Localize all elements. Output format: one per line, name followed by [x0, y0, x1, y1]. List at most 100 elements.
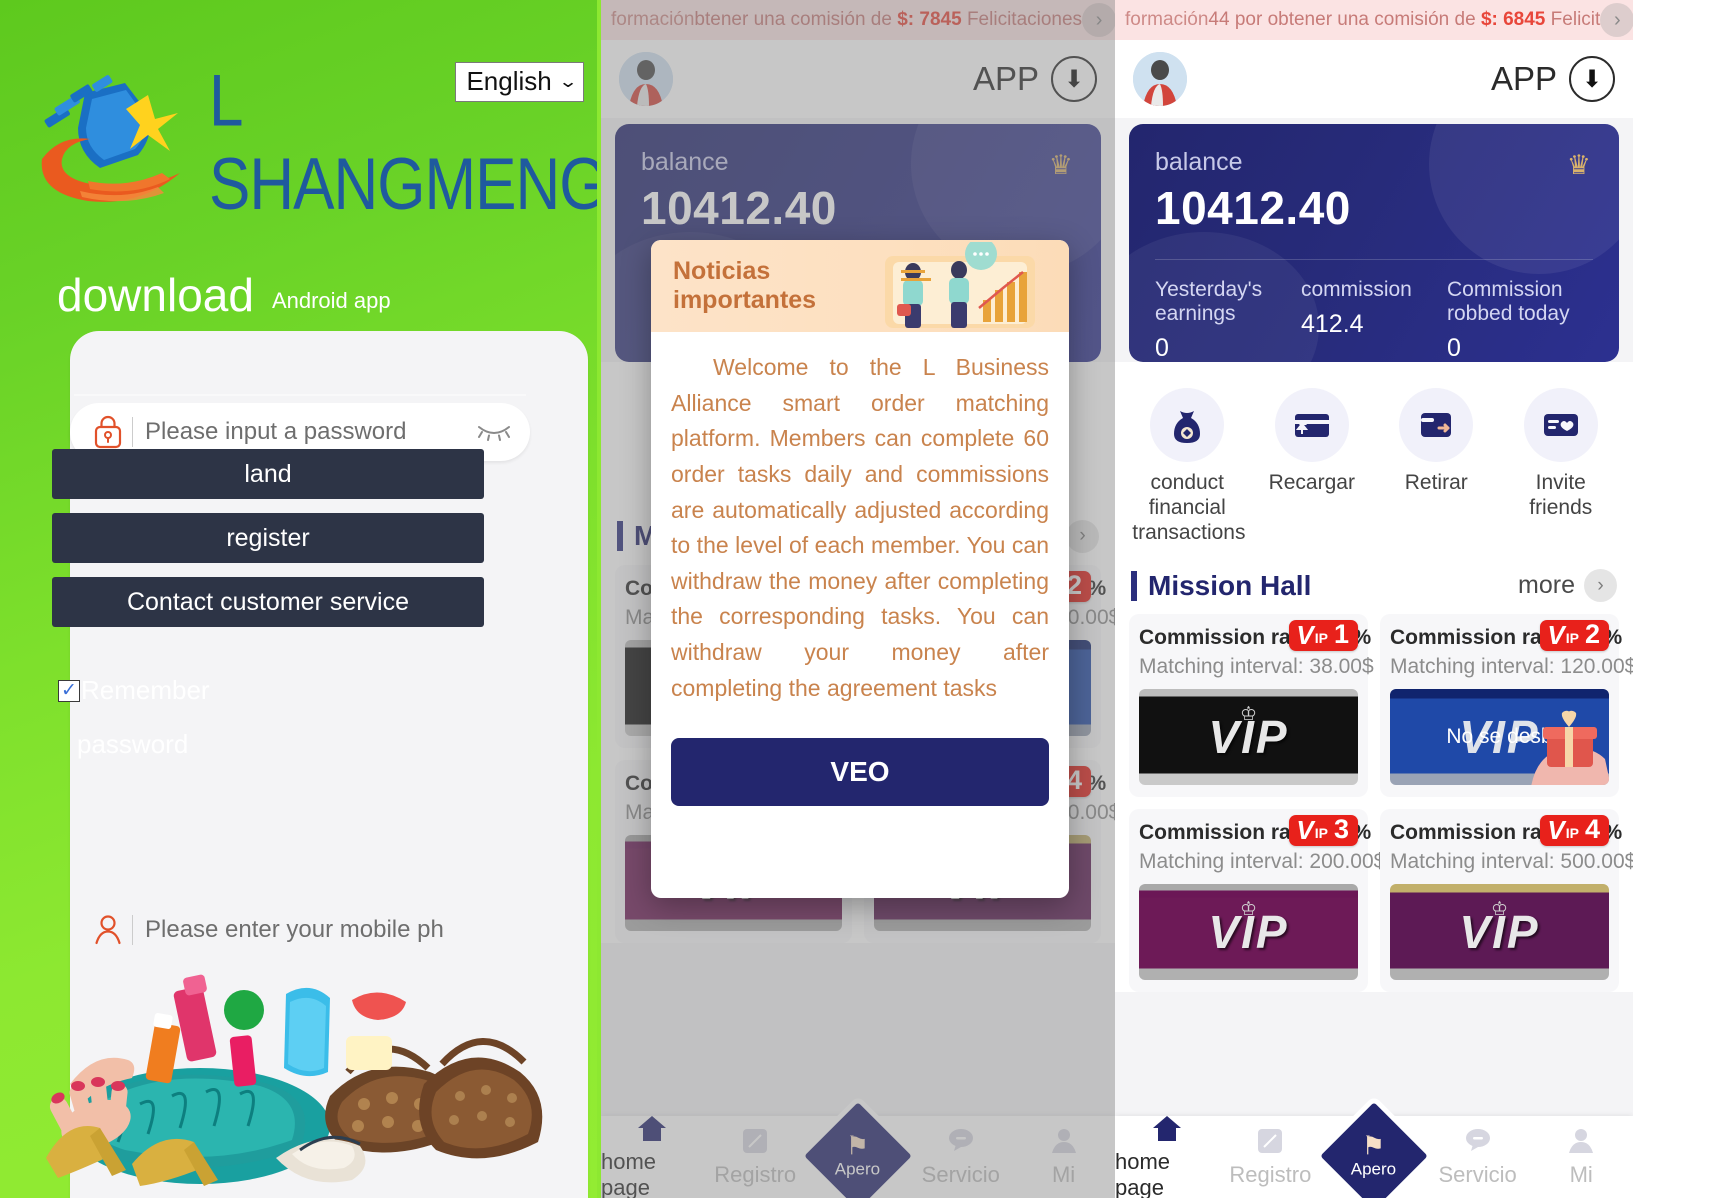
flag-icon: ⚑: [1362, 1130, 1386, 1161]
vip-number: 1: [1333, 619, 1349, 650]
matching-interval-value: 120.00$: [1560, 655, 1633, 679]
action-invite-friends[interactable]: Invite friends: [1499, 388, 1624, 545]
contact-support-button[interactable]: Contact customer service: [52, 577, 484, 627]
nav-item-mi[interactable]: Mi: [1012, 1126, 1115, 1188]
avatar[interactable]: [619, 52, 673, 106]
profile-icon: [1051, 1129, 1076, 1153]
section-more[interactable]: ›: [1066, 519, 1099, 553]
nav-item-home[interactable]: home page: [601, 1113, 704, 1198]
credit-card-icon: [1274, 388, 1349, 462]
nav-label: home page: [601, 1149, 657, 1198]
bottom-nav-middle: home page Registro ⚑ Apero Servicio Mi: [601, 1095, 1115, 1198]
mission-card[interactable]: Commission ratio: 22% Matching interval:…: [1380, 614, 1633, 798]
stat-label: Commission robbed today: [1447, 278, 1570, 326]
vip-level-badge: VIP 4: [1540, 814, 1609, 847]
bottom-nav-right: home page Registro ⚑ Apero Servicio Mi: [1115, 1095, 1633, 1198]
vip-level-badge: VIP 1: [1289, 619, 1358, 652]
record-icon: [1258, 1129, 1283, 1153]
money-bag-icon: [1150, 388, 1225, 462]
nav-item-registro[interactable]: Registro: [1219, 1126, 1323, 1188]
chevron-right-icon[interactable]: ›: [1600, 3, 1633, 37]
toggle-password-visibility-icon[interactable]: [476, 417, 512, 448]
nav-label: Servicio: [1438, 1162, 1517, 1187]
balance-value: 10412.40: [641, 182, 837, 234]
modal-confirm-button[interactable]: VEO: [671, 738, 1049, 807]
chevron-right-icon[interactable]: ›: [1584, 569, 1617, 603]
mission-grid-right: Commission ratio: 20% Matching interval:…: [1115, 608, 1633, 993]
mission-card[interactable]: Commission ratio: 24% Matching interval:…: [1129, 809, 1385, 993]
gift-hand-illustration: [1531, 711, 1609, 786]
action-retirar[interactable]: Retirar: [1374, 388, 1499, 545]
download-heading: download Android app: [57, 272, 391, 318]
register-button[interactable]: register: [52, 513, 484, 563]
crown-icon: ♛: [1566, 150, 1591, 180]
invite-card-icon: [1523, 388, 1598, 462]
remember-row[interactable]: ✓ Remember: [58, 675, 210, 706]
ticker-suffix: Felicit: [1545, 9, 1601, 30]
ticker-prefix: formación: [1125, 9, 1209, 30]
mission-card[interactable]: Commission ratio: 26% Matching interval:…: [1380, 809, 1633, 993]
vip-level-badge: VIP 3: [1289, 814, 1358, 847]
vip-number: 2: [1584, 619, 1600, 650]
cosmetics-illustration: [0, 858, 597, 1198]
vip-artwork-text: VIP: [1208, 906, 1289, 959]
balance-stats: Yesterday's earnings 0 commission 412.4 …: [1155, 259, 1593, 362]
center-action-button[interactable]: ⚑ Apero: [797, 1095, 919, 1198]
download-arrow-icon[interactable]: ⬇: [1051, 56, 1097, 102]
login-button[interactable]: land: [52, 449, 484, 499]
stat-commission-robbed-today: Commission robbed today 0: [1447, 278, 1593, 362]
action-recargar[interactable]: Recargar: [1250, 388, 1375, 545]
section-more[interactable]: more ›: [1518, 569, 1617, 603]
balance-label: balance: [1155, 148, 1243, 176]
action-label: Recargar: [1268, 471, 1355, 494]
home-icon: [1152, 1116, 1181, 1141]
action-conduct-financial-transactions[interactable]: conduct financial transactions: [1125, 388, 1250, 545]
nav-label: Registro: [714, 1162, 797, 1187]
nav-item-home[interactable]: home page: [1115, 1113, 1219, 1198]
mission-card[interactable]: Commission ratio: 20% Matching interval:…: [1129, 614, 1374, 798]
app-label: APP: [1490, 60, 1557, 97]
section-accent-bar: [1131, 570, 1137, 601]
vip-v: V: [1547, 619, 1565, 650]
vip-level-badge: VIP 2: [1540, 619, 1609, 652]
service-chat-icon: [1465, 1129, 1490, 1151]
center-action-button[interactable]: ⚑ Apero: [1313, 1095, 1435, 1198]
phone-screen-middle: formaciónbtener una comisión de $: 7845 …: [597, 0, 1115, 1198]
vip-ip: IP: [1314, 630, 1328, 647]
app-download-group[interactable]: APP ⬇: [1491, 56, 1615, 102]
balance-label: balance: [641, 148, 729, 176]
mission-thumbnail: ♔VIP: [1390, 884, 1609, 981]
logo-mark-icon: [30, 73, 205, 213]
chevron-right-icon[interactable]: ›: [1066, 519, 1099, 553]
crown-icon: ♛: [1048, 150, 1073, 180]
download-arrow-icon[interactable]: ⬇: [1569, 56, 1615, 102]
vip-number: 4: [1066, 764, 1082, 795]
top-bar-right: APP ⬇: [1115, 40, 1633, 118]
section-header-right: Mission Hall more ›: [1115, 553, 1633, 609]
stat-label: commission: [1301, 278, 1412, 301]
home-icon: [638, 1116, 667, 1141]
avatar[interactable]: [1133, 52, 1187, 106]
vip-ip: IP: [1565, 630, 1579, 647]
chevron-right-icon[interactable]: ›: [1082, 3, 1115, 37]
vip-number: 3: [1333, 814, 1349, 845]
action-label: Invite friends: [1529, 471, 1593, 519]
ticker-suffix: Felicitaciones: [961, 9, 1083, 30]
nav-label: Apero: [1351, 1159, 1397, 1179]
nav-item-registro[interactable]: Registro: [704, 1126, 807, 1188]
mission-thumbnail: ♔VIP: [1139, 689, 1358, 786]
nav-label: Registro: [1229, 1162, 1312, 1187]
remember-checkbox[interactable]: ✓: [58, 679, 80, 702]
login-panel: English ⌄ L SHANGMENG download Android a…: [0, 0, 597, 1198]
vip-number: 4: [1584, 814, 1600, 845]
nav-item-mi[interactable]: Mi: [1529, 1126, 1633, 1188]
app-download-group[interactable]: APP ⬇: [973, 56, 1097, 102]
more-label: more: [1518, 571, 1575, 600]
ticker-body: 44 por obtener una comisión de: [1208, 9, 1481, 30]
ticker-banner: formación44 por obtener una comisión de …: [1115, 0, 1633, 40]
nav-item-servicio[interactable]: Servicio: [1426, 1126, 1530, 1188]
password-placeholder: Please input a password: [145, 418, 407, 445]
nav-label: home page: [1115, 1149, 1171, 1198]
matching-interval-row: Matching interval: 200.00$: [1139, 850, 1385, 874]
nav-item-servicio[interactable]: Servicio: [909, 1126, 1012, 1188]
